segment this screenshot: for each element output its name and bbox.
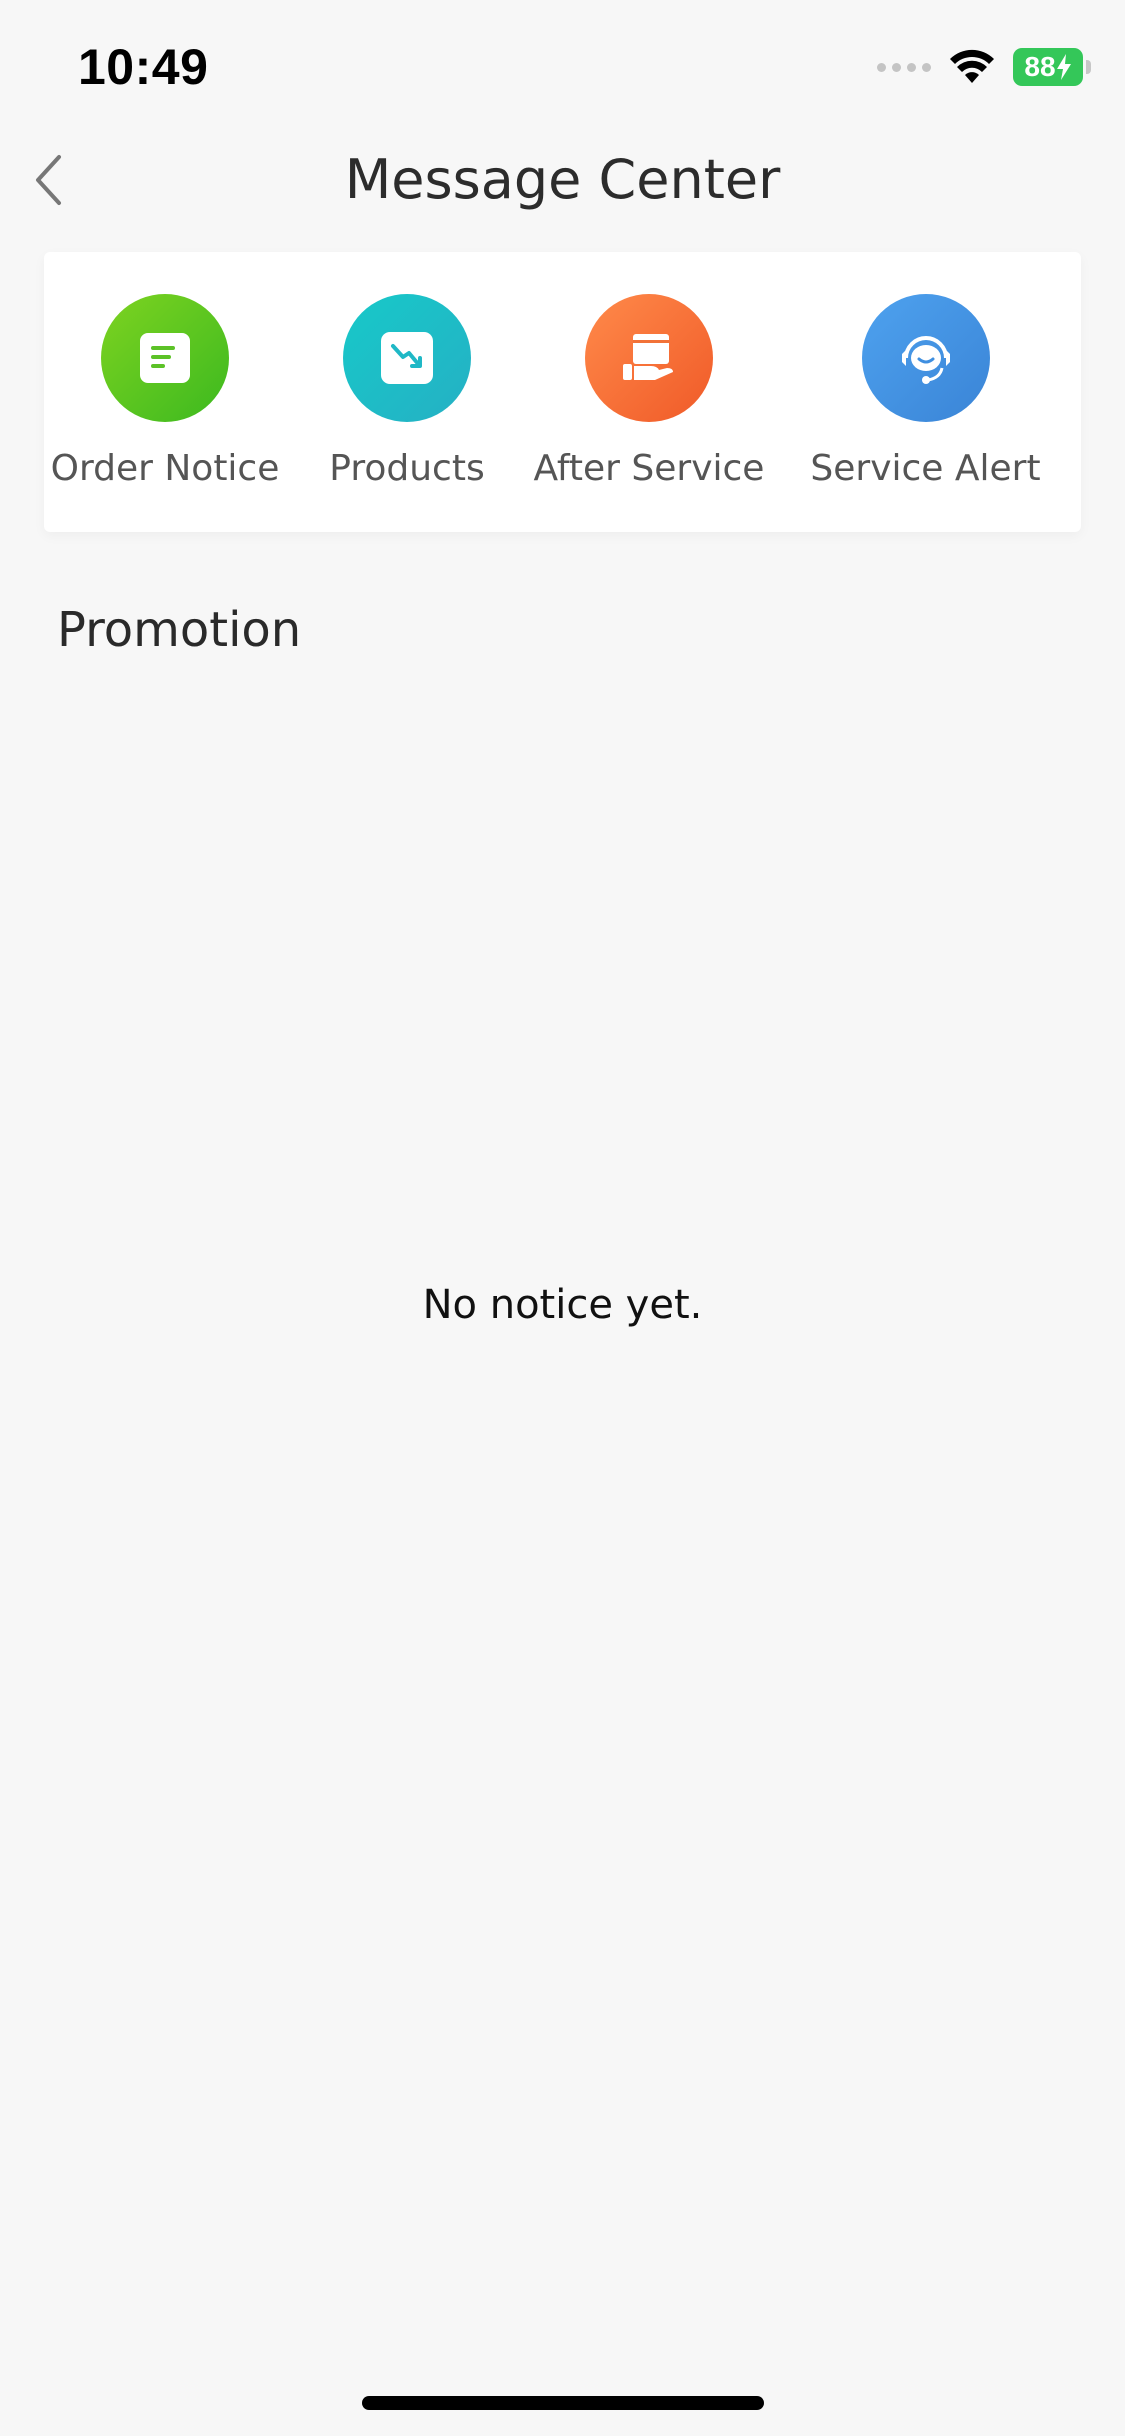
wifi-icon bbox=[950, 49, 994, 83]
category-label: After Service bbox=[533, 448, 765, 489]
category-order-notice[interactable]: Order Notice bbox=[44, 252, 286, 532]
status-icons: 88 bbox=[877, 48, 1091, 86]
battery-level: 88 bbox=[1024, 51, 1056, 82]
price-drop-icon bbox=[343, 294, 471, 422]
message-center-screen: 10:49 88 Message Center Order Notice Pro… bbox=[0, 0, 1125, 2436]
category-products[interactable]: Products bbox=[286, 252, 528, 532]
category-service-alert[interactable]: Service Alert bbox=[770, 252, 1081, 532]
category-after-service[interactable]: After Service bbox=[528, 252, 770, 532]
document-icon bbox=[101, 294, 229, 422]
headset-icon bbox=[861, 294, 990, 422]
service-hand-icon bbox=[585, 294, 713, 422]
navigation-bar: Message Center bbox=[0, 130, 1125, 230]
empty-state-text: No notice yet. bbox=[422, 1282, 703, 1328]
category-label: Products bbox=[329, 448, 485, 489]
status-time: 10:49 bbox=[78, 39, 209, 95]
home-indicator[interactable] bbox=[362, 2396, 764, 2410]
category-label: Service Alert bbox=[810, 448, 1041, 489]
status-bar: 10:49 88 bbox=[0, 0, 1125, 130]
cellular-signal-icon bbox=[877, 62, 931, 72]
message-category-card: Order Notice Products After Service Serv… bbox=[44, 252, 1081, 532]
battery-icon: 88 bbox=[1013, 48, 1091, 86]
charging-bolt-icon bbox=[1056, 54, 1071, 80]
promotion-section-title: Promotion bbox=[57, 602, 302, 658]
page-title: Message Center bbox=[344, 148, 781, 211]
category-label: Order Notice bbox=[50, 448, 280, 489]
